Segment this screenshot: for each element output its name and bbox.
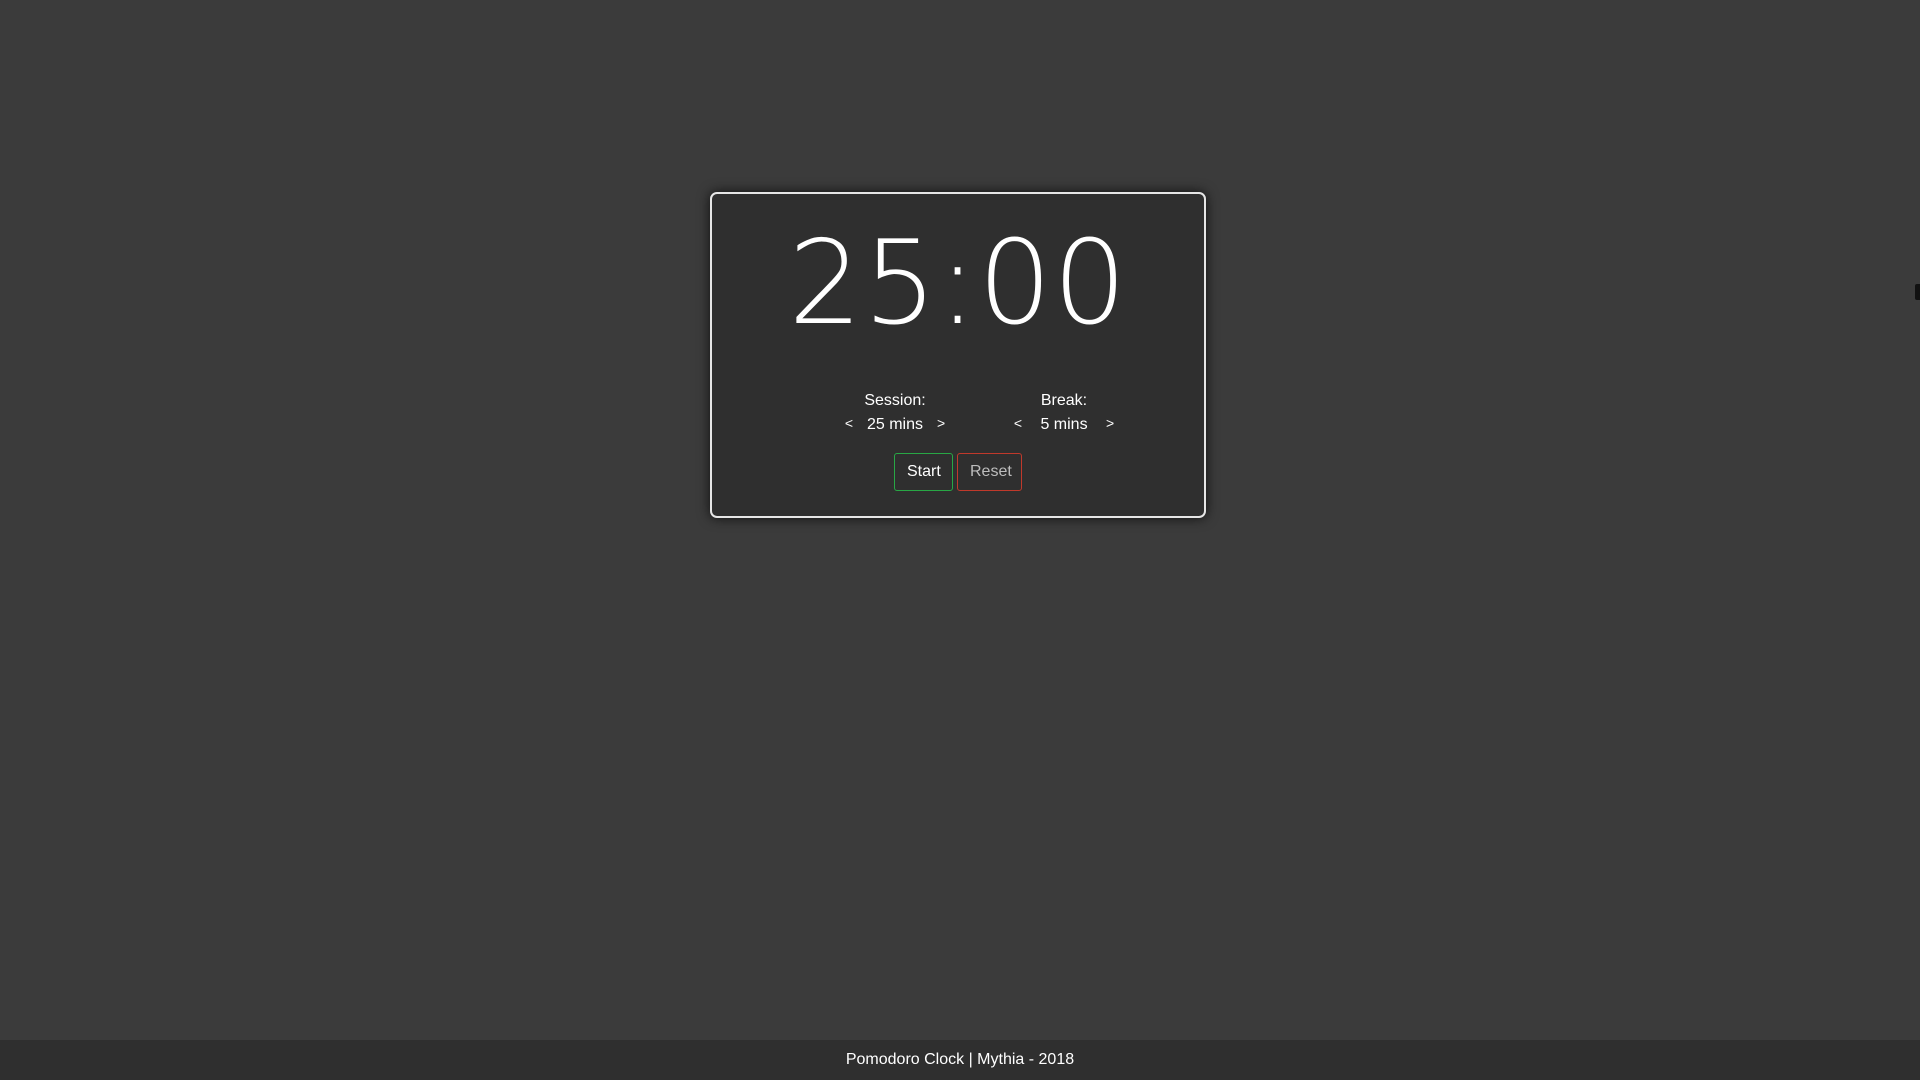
session-increment-button[interactable]: > — [931, 413, 951, 433]
session-controls: < 25 mins > — [820, 413, 970, 437]
timer-buttons: Start Reset — [712, 453, 1204, 491]
break-controls: < 5 mins > — [989, 413, 1139, 437]
footer-text: Pomodoro Clock | Mythia - 2018 — [845, 1051, 1075, 1068]
pomodoro-card: 25:00 Session: < 25 mins > Break: < 5 mi… — [710, 192, 1206, 518]
footer: Pomodoro Clock | Mythia - 2018 — [0, 1040, 1920, 1080]
timer-display: 25:00 — [788, 216, 1128, 351]
break-setting: Break: < 5 mins > — [989, 391, 1139, 441]
session-setting: Session: < 25 mins > — [820, 391, 970, 441]
break-value: 5 mins — [1040, 416, 1088, 433]
session-value: 25 mins — [866, 416, 924, 433]
session-decrement-button[interactable]: < — [839, 413, 859, 433]
start-button[interactable]: Start — [894, 453, 953, 491]
break-decrement-button[interactable]: < — [1008, 413, 1028, 433]
page: 25:00 Session: < 25 mins > Break: < 5 mi… — [0, 0, 1920, 1080]
session-label: Session: — [864, 392, 926, 409]
break-increment-button[interactable]: > — [1100, 413, 1120, 433]
break-label: Break: — [1040, 392, 1088, 409]
cursor-icon — [1915, 284, 1920, 300]
reset-button[interactable]: Reset — [957, 453, 1022, 491]
